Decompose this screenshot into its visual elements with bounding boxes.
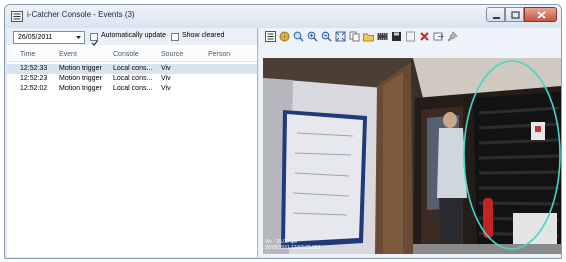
app-window: i-Catcher Console - Events (3) 26/05/201… bbox=[4, 4, 562, 259]
close-button[interactable] bbox=[524, 7, 557, 22]
close-icon bbox=[537, 11, 546, 19]
auto-update-label: Automatically update bbox=[101, 32, 166, 39]
table-row[interactable]: 12:52:23 Motion trigger Local cons... Vi… bbox=[7, 74, 257, 84]
show-cleared-label: Show cleared bbox=[182, 32, 225, 39]
auto-update-checkbox[interactable] bbox=[90, 33, 99, 46]
minimize-icon bbox=[493, 17, 500, 19]
table-row[interactable]: 12:52:02 Motion trigger Local cons... Vi… bbox=[7, 84, 257, 94]
chevron-down-icon bbox=[76, 36, 81, 39]
cell-time: 12:52:02 bbox=[20, 85, 48, 92]
camera-image bbox=[263, 58, 561, 254]
export-icon[interactable] bbox=[433, 31, 444, 42]
column-header-person[interactable]: Person bbox=[208, 51, 230, 58]
list-icon[interactable] bbox=[265, 31, 276, 42]
video-caption: Viv - 25.00 fps 26/05/2011 12:52:33 353 bbox=[265, 239, 320, 251]
title-bar[interactable]: i-Catcher Console - Events (3) bbox=[5, 5, 561, 28]
cell-time: 12:52:23 bbox=[20, 75, 48, 82]
window-controls bbox=[486, 7, 557, 23]
video-caption-timestamp: 26/05/2011 12:52:33 353 bbox=[265, 245, 321, 251]
cell-event: Motion trigger bbox=[59, 85, 102, 92]
cell-time: 12:52:33 bbox=[20, 65, 48, 72]
zoom-out-icon[interactable] bbox=[321, 31, 332, 42]
column-header-time[interactable]: Time bbox=[20, 51, 35, 58]
window-title: i-Catcher Console - Events (3) bbox=[27, 10, 135, 19]
date-select[interactable]: 26/05/2011 bbox=[13, 31, 85, 44]
blank-icon[interactable] bbox=[405, 31, 416, 42]
camera-video-frame[interactable]: Viv - 25.00 fps 26/05/2011 12:52:33 353 bbox=[263, 58, 561, 254]
cell-source: Viv bbox=[161, 75, 171, 82]
show-cleared-checkbox[interactable] bbox=[171, 33, 179, 41]
fit-icon[interactable] bbox=[335, 31, 346, 42]
folder-icon[interactable] bbox=[363, 31, 374, 42]
cell-event: Motion trigger bbox=[59, 65, 102, 72]
events-toolbar: 26/05/2011 Automatically update Show cle… bbox=[7, 28, 257, 46]
save-icon[interactable] bbox=[391, 31, 402, 42]
cell-console: Local cons... bbox=[113, 75, 153, 82]
checkmark-icon bbox=[91, 40, 99, 46]
events-panel: 26/05/2011 Automatically update Show cle… bbox=[7, 28, 258, 257]
column-header-source[interactable]: Source bbox=[161, 51, 183, 58]
events-table-header: Time Event Console Source Person bbox=[7, 49, 257, 62]
zoom-in-icon[interactable] bbox=[307, 31, 318, 42]
table-row[interactable]: 12:52:33 Motion trigger Local cons... Vi… bbox=[7, 64, 257, 74]
film-icon[interactable] bbox=[377, 31, 388, 42]
cell-event: Motion trigger bbox=[59, 75, 102, 82]
maximize-icon bbox=[511, 11, 520, 19]
cell-console: Local cons... bbox=[113, 65, 153, 72]
date-value: 26/05/2011 bbox=[18, 34, 53, 41]
pin-icon[interactable] bbox=[447, 31, 458, 42]
zoom-icon[interactable] bbox=[293, 31, 304, 42]
delete-icon[interactable] bbox=[419, 31, 430, 42]
copy-icon[interactable] bbox=[349, 31, 360, 42]
minimize-button[interactable] bbox=[486, 7, 505, 22]
cell-source: Viv bbox=[161, 85, 171, 92]
cell-console: Local cons... bbox=[113, 85, 153, 92]
maximize-button[interactable] bbox=[505, 7, 524, 22]
column-header-event[interactable]: Event bbox=[59, 51, 77, 58]
viewer-panel: Viv - 25.00 fps 26/05/2011 12:52:33 353 bbox=[259, 28, 561, 257]
column-header-console[interactable]: Console bbox=[113, 51, 139, 58]
app-icon bbox=[11, 11, 23, 22]
globe-icon[interactable] bbox=[279, 31, 290, 42]
viewer-toolbar bbox=[259, 28, 561, 46]
cell-source: Viv bbox=[161, 65, 171, 72]
